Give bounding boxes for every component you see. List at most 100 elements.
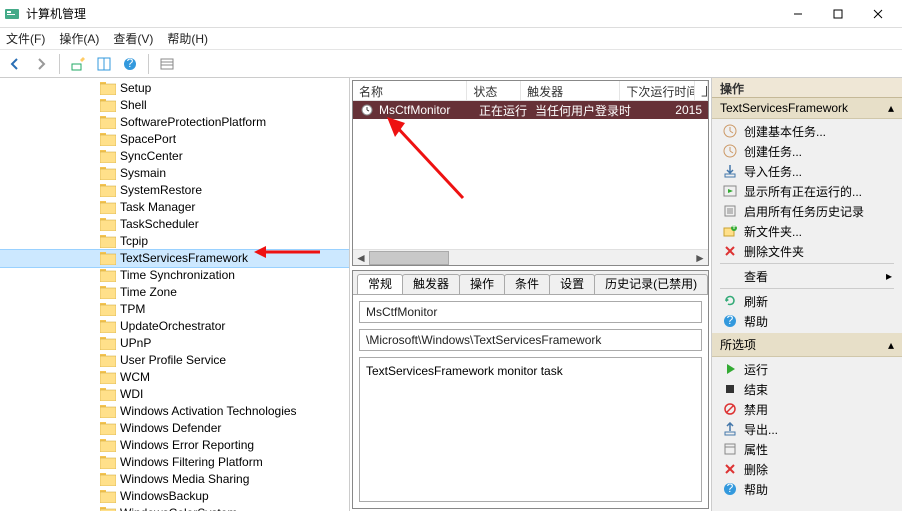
col-name[interactable]: 名称 [353, 81, 467, 100]
action-label: 新文件夹... [744, 223, 802, 240]
tree-item[interactable]: Windows Media Sharing [0, 471, 349, 488]
tab-general[interactable]: 常规 [357, 274, 403, 294]
tree-item[interactable]: SystemRestore [0, 182, 349, 199]
action-delete-folder[interactable]: 删除文件夹 [712, 241, 902, 261]
action-label: 刷新 [744, 293, 768, 310]
run-icon [722, 361, 738, 377]
action-run[interactable]: 运行 [712, 359, 902, 379]
tab-settings[interactable]: 设置 [549, 274, 595, 294]
tree-item-label: UpdateOrchestrator [120, 318, 225, 335]
toolbar-help-icon[interactable]: ? [119, 53, 141, 75]
tree-item[interactable]: Tcpip [0, 233, 349, 250]
action-import-task[interactable]: 导入任务... [712, 161, 902, 181]
tree-item[interactable]: User Profile Service [0, 352, 349, 369]
tree-item[interactable]: UpdateOrchestrator [0, 318, 349, 335]
tree-item-label: Windows Media Sharing [120, 471, 249, 488]
tree-item[interactable]: Sysmain [0, 165, 349, 182]
tab-actions[interactable]: 操作 [459, 274, 505, 294]
tree-item[interactable]: TaskScheduler [0, 216, 349, 233]
task-row[interactable]: MsCtfMonitor 正在运行 当任何用户登录时 2015 [353, 101, 708, 119]
tree-item[interactable]: SoftwareProtectionPlatform [0, 114, 349, 131]
tree-item[interactable]: Setup [0, 80, 349, 97]
horizontal-scrollbar[interactable]: ◄ ► [353, 249, 708, 265]
task-name-field: MsCtfMonitor [359, 301, 702, 323]
toolbar-list-icon[interactable] [156, 53, 178, 75]
task-icon [722, 143, 738, 159]
close-button[interactable] [858, 0, 898, 28]
toolbar-view-split-icon[interactable] [93, 53, 115, 75]
action-label: 结束 [744, 381, 768, 398]
action-view[interactable]: 查看▸ [712, 266, 902, 286]
tree-item[interactable]: SyncCenter [0, 148, 349, 165]
tree-item[interactable]: WDI [0, 386, 349, 403]
tree-item[interactable]: SpacePort [0, 131, 349, 148]
collapse-icon[interactable]: ▴ [888, 101, 894, 115]
folder-icon [100, 235, 116, 248]
tree-item-label: Windows Defender [120, 420, 221, 437]
tree-item[interactable]: TextServicesFramework [0, 250, 349, 267]
folder-icon [100, 320, 116, 333]
action-new-folder[interactable]: + 新文件夹... [712, 221, 902, 241]
tab-triggers[interactable]: 触发器 [402, 274, 460, 294]
folder-icon [100, 371, 116, 384]
col-next-run[interactable]: 下次运行时间 [620, 81, 695, 100]
action-label: 导出... [744, 421, 778, 438]
svg-text:?: ? [727, 482, 734, 495]
tree-item[interactable]: Shell [0, 97, 349, 114]
forward-button[interactable] [30, 53, 52, 75]
menu-view[interactable]: 查看(V) [113, 30, 153, 47]
action-help2[interactable]: ?帮助 [712, 479, 902, 499]
col-status[interactable]: 状态 [467, 81, 521, 100]
collapse-icon[interactable]: ▴ [888, 338, 894, 352]
tree-item[interactable]: UPnP [0, 335, 349, 352]
help-icon: ? [722, 313, 738, 329]
tree-item[interactable]: TPM [0, 301, 349, 318]
action-enable-history[interactable]: 启用所有任务历史记录 [712, 201, 902, 221]
task-list-body[interactable] [353, 119, 708, 249]
action-create-basic-task[interactable]: 创建基本任务... [712, 121, 902, 141]
maximize-button[interactable] [818, 0, 858, 28]
action-help[interactable]: ?帮助 [712, 311, 902, 331]
task-next-run: 2015 [633, 103, 708, 117]
tree-item[interactable]: WindowsColorSystem [0, 505, 349, 511]
svg-text:+: + [730, 224, 737, 233]
action-show-running[interactable]: 显示所有正在运行的... [712, 181, 902, 201]
tree-item[interactable]: Windows Error Reporting [0, 437, 349, 454]
tree-item[interactable]: WCM [0, 369, 349, 386]
menu-help[interactable]: 帮助(H) [167, 30, 208, 47]
menu-file[interactable]: 文件(F) [6, 30, 45, 47]
action-refresh[interactable]: 刷新 [712, 291, 902, 311]
col-last-run[interactable]: 上次 [695, 81, 708, 100]
tree-item[interactable]: Windows Filtering Platform [0, 454, 349, 471]
tree-item-label: TextServicesFramework [120, 250, 248, 267]
action-create-task[interactable]: 创建任务... [712, 141, 902, 161]
minimize-button[interactable] [778, 0, 818, 28]
section-header-framework[interactable]: TextServicesFramework ▴ [712, 98, 902, 119]
scroll-right-icon[interactable]: ► [692, 250, 708, 266]
action-delete[interactable]: 删除 [712, 459, 902, 479]
task-list-header[interactable]: 名称 状态 触发器 下次运行时间 上次 [353, 81, 708, 101]
tree-panel[interactable]: SetupShellSoftwareProtectionPlatformSpac… [0, 78, 350, 511]
tree-item[interactable]: Task Manager [0, 199, 349, 216]
scroll-thumb[interactable] [369, 251, 449, 265]
tab-history[interactable]: 历史记录(已禁用) [594, 274, 708, 294]
action-disable[interactable]: 禁用 [712, 399, 902, 419]
tree-item[interactable]: Windows Defender [0, 420, 349, 437]
tab-conditions[interactable]: 条件 [504, 274, 550, 294]
clock-icon [359, 102, 375, 118]
disable-icon [722, 401, 738, 417]
task-list[interactable]: 名称 状态 触发器 下次运行时间 上次 MsCtfMonitor 正在运行 当任… [352, 80, 709, 266]
tree-item[interactable]: WindowsBackup [0, 488, 349, 505]
tree-item[interactable]: Windows Activation Technologies [0, 403, 349, 420]
menu-action[interactable]: 操作(A) [59, 30, 99, 47]
back-button[interactable] [4, 53, 26, 75]
action-properties[interactable]: 属性 [712, 439, 902, 459]
section-header-selected[interactable]: 所选项 ▴ [712, 333, 902, 357]
toolbar-action-icon[interactable] [67, 53, 89, 75]
action-export[interactable]: 导出... [712, 419, 902, 439]
col-trigger[interactable]: 触发器 [521, 81, 620, 100]
action-end[interactable]: 结束 [712, 379, 902, 399]
scroll-left-icon[interactable]: ◄ [353, 250, 369, 266]
tree-item[interactable]: Time Synchronization [0, 267, 349, 284]
tree-item[interactable]: Time Zone [0, 284, 349, 301]
